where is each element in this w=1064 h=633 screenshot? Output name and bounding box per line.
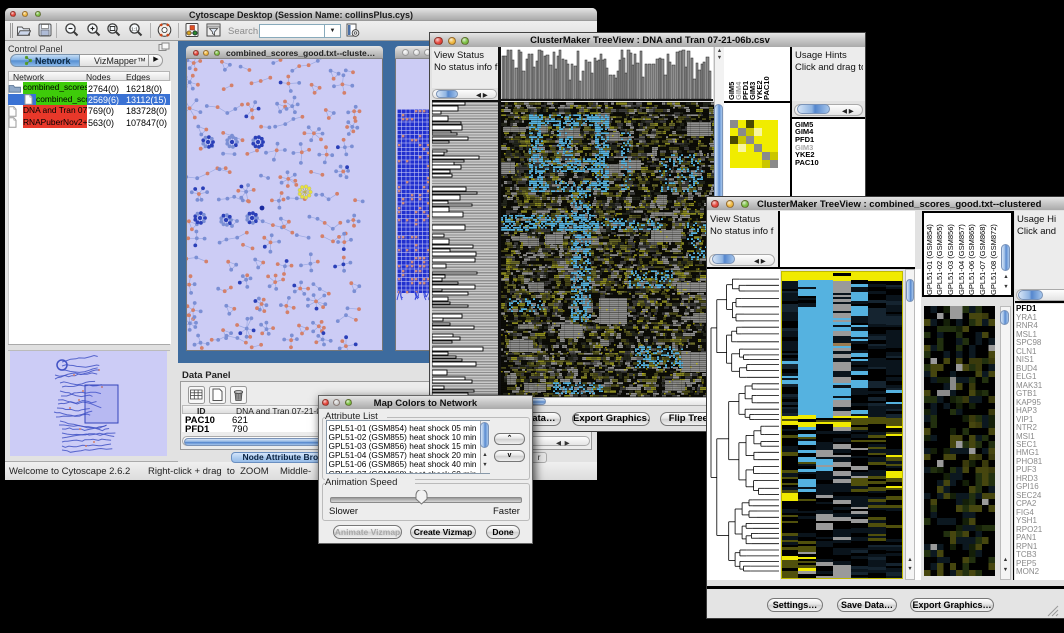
svg-text:1:1: 1:1 [131,26,138,32]
